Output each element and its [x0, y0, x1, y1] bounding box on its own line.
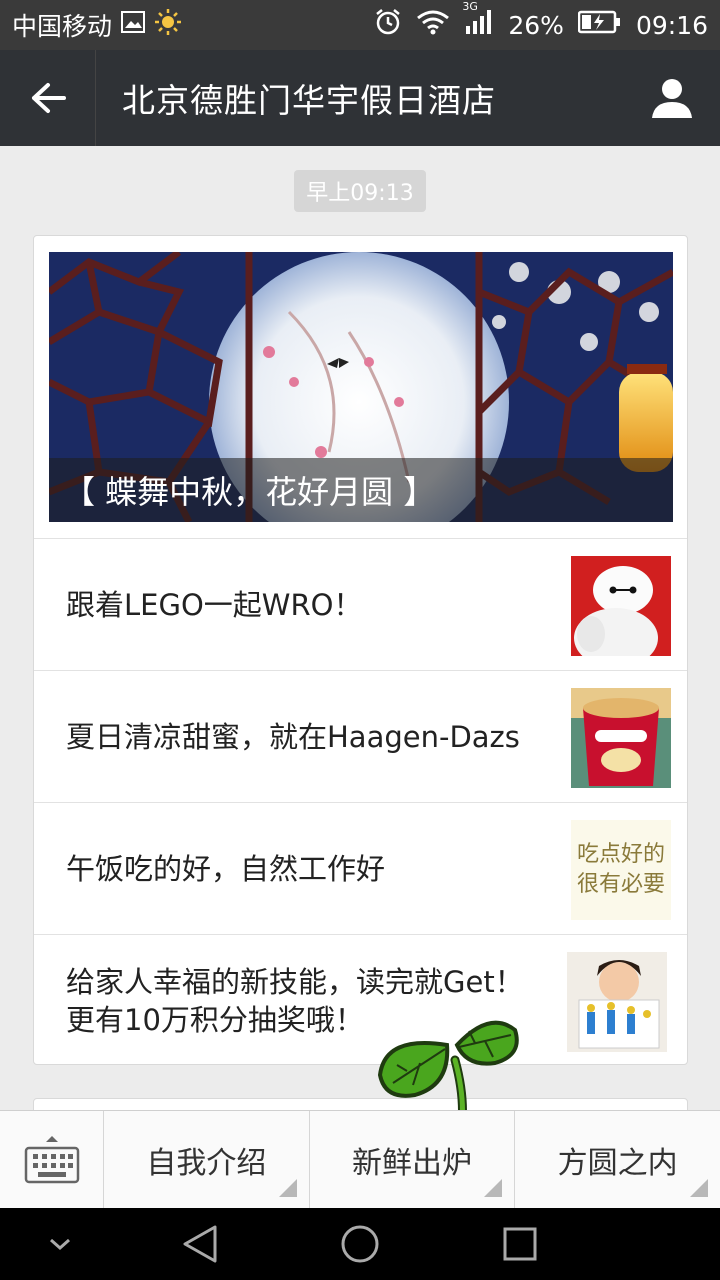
article-card: 【 蝶舞中秋，花好月圆 】 跟着LEGO一起WRO！ 夏日清凉甜蜜，就在Haag… [33, 235, 688, 1065]
article-item-family[interactable]: 给家人幸福的新技能，读完就Get！更有10万积分抽奖哦！ [34, 934, 687, 1064]
bottom-menu-bar: 自我介绍 新鲜出炉 方圆之内 [0, 1110, 720, 1209]
article-title: 跟着LEGO一起WRO！ [66, 588, 363, 622]
square-recents-icon [503, 1227, 537, 1261]
thumbnail-text-line: 吃点好的 [576, 842, 665, 867]
network-type-label: 3G [462, 0, 478, 13]
submenu-corner-icon [484, 1179, 503, 1197]
nav-back-button[interactable] [175, 1208, 225, 1280]
system-nav-bar [0, 1208, 720, 1280]
article-item-lego[interactable]: 跟着LEGO一起WRO！ [34, 538, 687, 670]
menu-item-label: 新鲜出炉 [352, 1146, 472, 1181]
article-item-lunch[interactable]: 午饭吃的好，自然工作好 吃点好的 很有必要 [34, 802, 687, 934]
menu-item-fresh[interactable]: 新鲜出炉 [310, 1111, 516, 1209]
chat-header: 北京德胜门华宇假日酒店 [0, 50, 720, 146]
alarm-icon [374, 8, 402, 42]
keyboard-icon [24, 1136, 79, 1184]
article-thumbnail [571, 556, 671, 656]
message-timestamp: 早上09:13 [294, 170, 426, 212]
menu-item-within[interactable]: 方圆之内 [515, 1111, 720, 1209]
status-bar: 中国移动 3G 26% 09:16 [0, 0, 720, 50]
keyboard-toggle-button[interactable] [0, 1111, 104, 1209]
sun-icon [154, 8, 182, 42]
image-notification-icon [120, 10, 146, 40]
nav-recents-button[interactable] [495, 1208, 545, 1280]
back-arrow-icon [31, 83, 66, 113]
signal-icon: 3G [462, 0, 494, 42]
carrier-label: 中国移动 [12, 12, 113, 41]
wifi-icon [416, 9, 450, 41]
circle-home-icon [341, 1225, 379, 1263]
article-title: 夏日清凉甜蜜，就在Haagen-Dazs [66, 720, 520, 754]
cover-article[interactable]: 【 蝶舞中秋，花好月圆 】 [49, 252, 673, 522]
cover-caption: 【 蝶舞中秋，花好月圆 】 [49, 458, 673, 522]
submenu-corner-icon [690, 1179, 709, 1197]
battery-icon [577, 10, 622, 40]
battery-percent: 26% [508, 10, 564, 40]
article-item-haagen-dazs[interactable]: 夏日清凉甜蜜，就在Haagen-Dazs [34, 670, 687, 802]
menu-item-label: 自我介绍 [146, 1146, 267, 1181]
article-thumbnail [567, 952, 667, 1052]
submenu-corner-icon [278, 1179, 297, 1197]
article-title: 午饭吃的好，自然工作好 [66, 852, 386, 886]
person-icon [652, 79, 692, 118]
menu-item-label: 方圆之内 [557, 1146, 678, 1181]
menu-item-introduction[interactable]: 自我介绍 [104, 1111, 310, 1209]
nav-home-button[interactable] [335, 1208, 385, 1280]
article-thumbnail: 吃点好的 很有必要 [571, 820, 671, 920]
chevron-down-icon [50, 1238, 70, 1251]
back-button[interactable] [0, 50, 96, 146]
page-title: 北京德胜门华宇假日酒店 [122, 81, 496, 120]
article-thumbnail [571, 688, 671, 788]
triangle-back-icon [183, 1225, 217, 1263]
profile-button[interactable] [624, 50, 720, 146]
thumbnail-text-line: 很有必要 [576, 872, 665, 897]
clock-time: 09:16 [635, 10, 708, 40]
nav-collapse-button[interactable] [40, 1208, 80, 1280]
